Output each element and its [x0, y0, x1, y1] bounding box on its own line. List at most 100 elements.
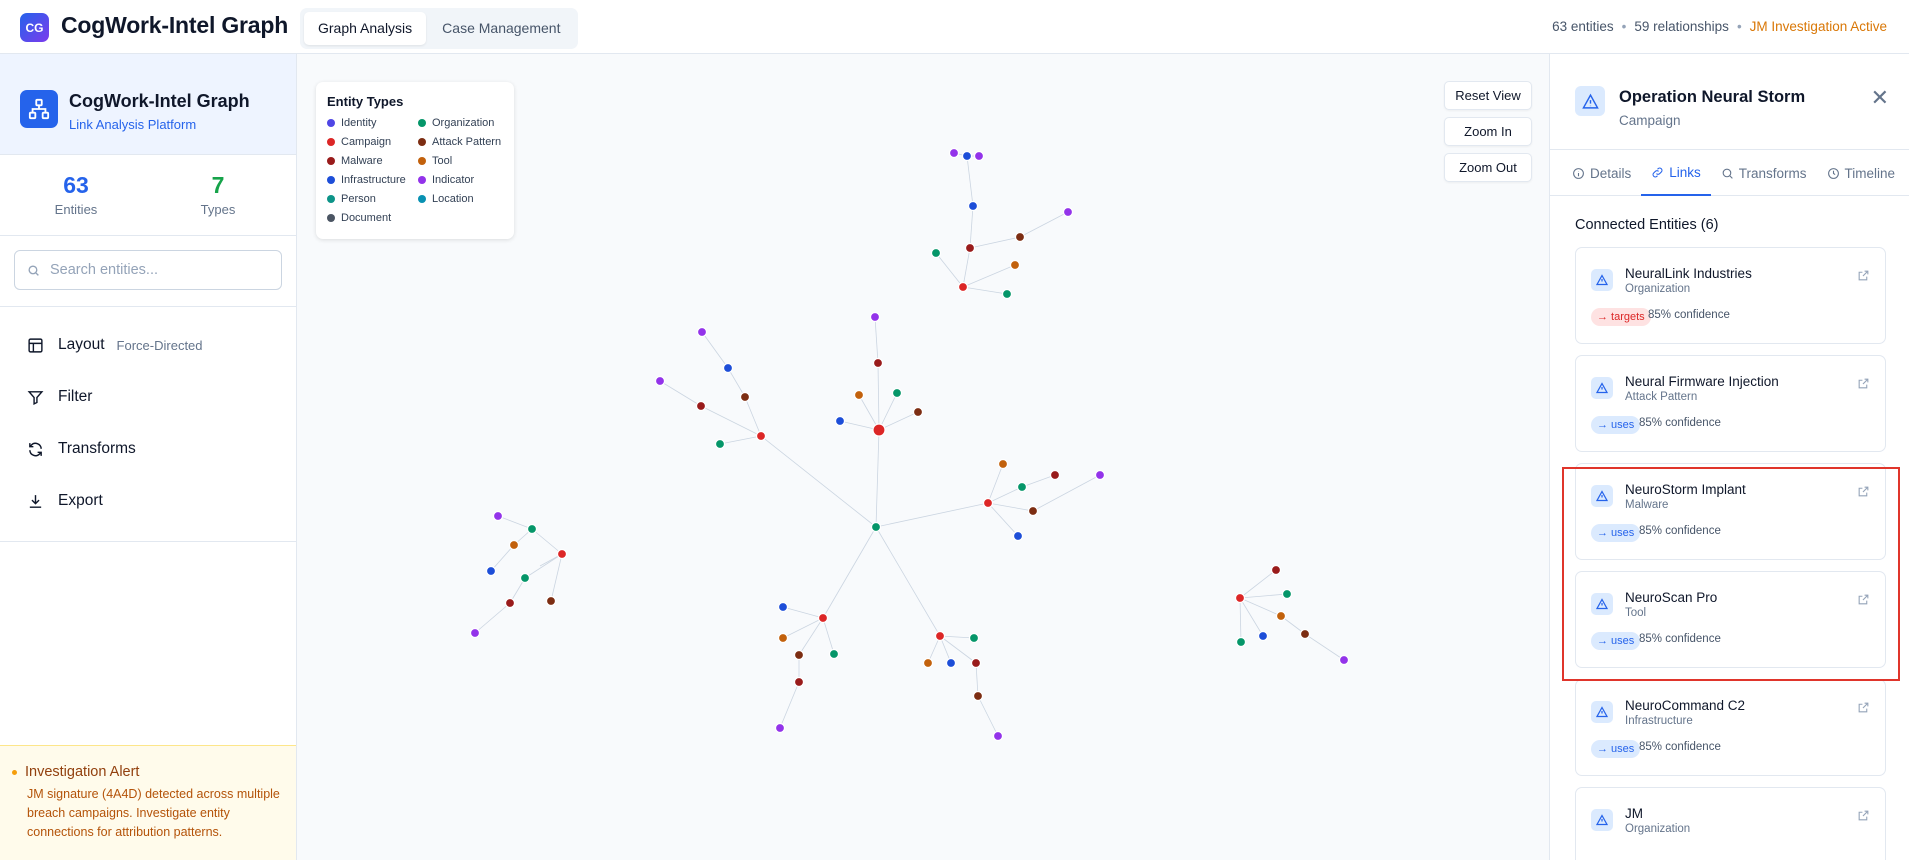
- zoom-in-button[interactable]: Zoom In: [1444, 117, 1532, 146]
- legend-item-location: Location: [418, 191, 509, 206]
- tab-label: Timeline: [1844, 165, 1896, 181]
- legend-label: Document: [341, 211, 392, 224]
- legend-item-identity: Identity: [327, 115, 418, 130]
- layout-mode: Force-Directed: [116, 337, 203, 353]
- entity-card[interactable]: JM Organization: [1575, 787, 1886, 860]
- legend-item-malware: Malware: [327, 153, 418, 168]
- legend-label: Organization: [432, 116, 495, 129]
- alert-title: Investigation Alert: [12, 764, 282, 780]
- stat-label: Types: [200, 202, 236, 217]
- top-bar: CG CogWork-Intel Graph Graph Analysis Ca…: [0, 0, 1909, 54]
- legend-item-person: Person: [327, 191, 418, 206]
- menu-export[interactable]: Export: [0, 475, 296, 527]
- relation-badge: → uses: [1591, 416, 1641, 434]
- sidebar-title: CogWork-Intel Graph: [69, 91, 250, 111]
- legend-item-attack-pattern: Attack Pattern: [418, 134, 509, 149]
- tab-label: Links: [1669, 164, 1701, 180]
- entity-type: Organization: [1625, 283, 1691, 295]
- legend-item-tool: Tool: [418, 153, 509, 168]
- entity-type: Infrastructure: [1625, 715, 1693, 727]
- external-link-icon[interactable]: [1857, 269, 1870, 287]
- relation-badge: → uses: [1591, 740, 1641, 758]
- legend-swatch: [327, 213, 335, 222]
- legend-label: Campaign: [341, 135, 392, 148]
- connected-entities-title: Connected Entities (6): [1575, 217, 1719, 233]
- entity-type: Tool: [1625, 607, 1647, 619]
- panel-entity-type: Campaign: [1619, 113, 1681, 128]
- entity-name: NeuralLink Industries: [1625, 266, 1752, 281]
- investigation-status: JM Investigation Active: [1749, 19, 1887, 34]
- warning-icon: [1591, 377, 1613, 399]
- app-logo: CG: [20, 13, 49, 42]
- stat-entities: 63 Entities: [16, 172, 136, 217]
- tab-transforms[interactable]: Transforms: [1711, 150, 1817, 196]
- entity-card[interactable]: NeuroStorm Implant Malware → uses 85% co…: [1575, 463, 1886, 560]
- legend-label: Person: [341, 192, 376, 205]
- legend-item-campaign: Campaign: [327, 134, 418, 149]
- tab-case-management[interactable]: Case Management: [428, 12, 574, 45]
- menu-transforms[interactable]: Transforms: [0, 423, 296, 475]
- top-tabs: Graph Analysis Case Management: [300, 8, 579, 49]
- sidebar-header: CogWork-Intel Graph Link Analysis Platfo…: [0, 54, 296, 155]
- tab-links[interactable]: Links: [1641, 150, 1711, 196]
- menu-label: Layout: [58, 336, 105, 353]
- external-link-icon[interactable]: [1857, 377, 1870, 395]
- search-input[interactable]: [50, 262, 260, 278]
- legend-label: Attack Pattern: [432, 135, 502, 148]
- entity-name: Neural Firmware Injection: [1625, 374, 1779, 389]
- warning-icon: [1591, 485, 1613, 507]
- menu-filter[interactable]: Filter: [0, 371, 296, 423]
- stat-types: 7 Types: [158, 172, 278, 217]
- panel-header: Operation Neural Storm Campaign ✕: [1550, 54, 1909, 150]
- close-icon[interactable]: ✕: [1871, 85, 1889, 111]
- menu-layout[interactable]: Layout Force-Directed: [0, 319, 296, 371]
- legend-title: Entity Types: [327, 94, 404, 109]
- zoom-out-button[interactable]: Zoom Out: [1444, 153, 1532, 182]
- legend-swatch: [327, 156, 335, 165]
- external-link-icon[interactable]: [1857, 701, 1870, 719]
- separator: •: [1621, 19, 1627, 34]
- warning-icon: [1591, 269, 1613, 291]
- tab-label: Transforms: [1738, 165, 1807, 181]
- search-icon: [28, 264, 39, 276]
- top-stats: 63 entities • 59 relationships • JM Inve…: [1552, 19, 1887, 34]
- legend-swatch: [418, 156, 426, 165]
- search-box: [14, 250, 282, 290]
- link-icon: [1652, 167, 1663, 177]
- entity-card[interactable]: Neural Firmware Injection Attack Pattern…: [1575, 355, 1886, 452]
- search-icon: [1722, 168, 1733, 179]
- entity-card[interactable]: NeuroScan Pro Tool → uses 85% confidence: [1575, 571, 1886, 668]
- entity-name: NeuroStorm Implant: [1625, 482, 1746, 497]
- external-link-icon[interactable]: [1857, 593, 1870, 611]
- legend-grid: Identity Organization Campaign Attack Pa…: [327, 115, 503, 225]
- legend-swatch: [327, 137, 335, 146]
- reset-view-button[interactable]: Reset View: [1444, 81, 1532, 110]
- entity-card[interactable]: NeuralLink Industries Organization → tar…: [1575, 247, 1886, 344]
- tab-timeline[interactable]: Timeline: [1817, 150, 1906, 196]
- legend-label: Tool: [432, 154, 453, 167]
- tab-graph-analysis[interactable]: Graph Analysis: [304, 12, 427, 45]
- external-link-icon[interactable]: [1857, 485, 1870, 503]
- legend-item-infrastructure: Infrastructure: [327, 172, 418, 187]
- menu-label: Transforms: [58, 440, 136, 457]
- tab-details[interactable]: Details: [1562, 150, 1641, 196]
- network-icon: [20, 90, 58, 128]
- separator: •: [1736, 19, 1742, 34]
- search-section: [0, 236, 296, 307]
- legend-label: Infrastructure: [341, 173, 406, 186]
- entity-type: Malware: [1625, 499, 1669, 511]
- legend-swatch: [418, 118, 426, 127]
- legend-label: Identity: [341, 116, 377, 129]
- confidence: 85% confidence: [1648, 309, 1730, 321]
- relation-badge: → uses: [1591, 524, 1641, 542]
- relation-badge: → uses: [1591, 632, 1641, 650]
- entity-count: 63 entities: [1552, 19, 1614, 34]
- panel-body: Connected Entities (6) NeuralLink Indust…: [1550, 217, 1909, 860]
- entity-card[interactable]: NeuroCommand C2 Infrastructure → uses 85…: [1575, 679, 1886, 776]
- filter-icon: [27, 390, 44, 405]
- external-link-icon[interactable]: [1857, 809, 1870, 827]
- legend-label: Malware: [341, 154, 383, 167]
- graph-canvas[interactable]: Entity Types Identity Organization Campa…: [298, 54, 1548, 860]
- legend-item-organization: Organization: [418, 115, 509, 130]
- legend-label: Indicator: [432, 173, 475, 186]
